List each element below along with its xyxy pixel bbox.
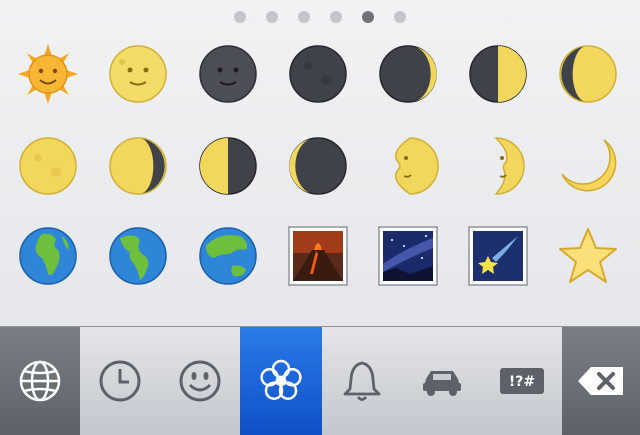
symbols-icon: !?# xyxy=(500,368,544,394)
first-quarter-moon-with-face-icon xyxy=(395,137,439,195)
flower-icon xyxy=(260,359,302,400)
full-moon-icon xyxy=(19,137,77,195)
delete-icon xyxy=(578,367,623,395)
emoji-pane xyxy=(0,0,640,326)
earth-globe-asia-australia-icon xyxy=(199,227,257,285)
clock-icon xyxy=(99,360,141,402)
milky-way-icon xyxy=(378,226,438,286)
waning-gibbous-moon-icon xyxy=(109,137,167,195)
tab-symbols[interactable]: !?# xyxy=(482,327,563,435)
emoji-earth-globe-americas[interactable] xyxy=(106,224,170,288)
page-dot[interactable] xyxy=(234,11,246,23)
tab-globe[interactable] xyxy=(0,327,81,435)
smiley-icon xyxy=(179,360,221,402)
emoji-volcano[interactable] xyxy=(286,224,350,288)
tab-recent[interactable] xyxy=(80,327,161,435)
last-quarter-moon-icon xyxy=(199,137,257,195)
emoji-first-quarter-moon[interactable] xyxy=(466,42,530,106)
emoji-new-moon[interactable] xyxy=(286,42,350,106)
symbols-label: !?# xyxy=(509,374,535,390)
emoji-full-moon[interactable] xyxy=(16,134,80,198)
emoji-last-quarter-moon-with-face[interactable] xyxy=(466,134,530,198)
full-moon-with-face-icon xyxy=(109,45,167,103)
waxing-crescent-moon-icon xyxy=(379,45,437,103)
volcano-icon xyxy=(288,226,348,286)
emoji-earth-globe-europe-africa[interactable] xyxy=(16,224,80,288)
tab-nature[interactable] xyxy=(240,327,323,435)
bell-icon xyxy=(343,361,381,401)
emoji-milky-way[interactable] xyxy=(376,224,440,288)
tab-places[interactable] xyxy=(402,327,483,435)
earth-globe-europe-africa-icon xyxy=(19,227,77,285)
tab-objects[interactable] xyxy=(322,327,403,435)
globe-icon xyxy=(19,360,61,402)
car-icon xyxy=(423,371,461,396)
emoji-waxing-gibbous-moon[interactable] xyxy=(556,42,620,106)
emoji-full-moon-with-face[interactable] xyxy=(106,42,170,106)
emoji-waning-crescent-moon[interactable] xyxy=(286,134,350,198)
emoji-star[interactable] xyxy=(556,224,620,288)
page-indicator[interactable] xyxy=(0,10,640,24)
new-moon-icon xyxy=(289,45,347,103)
shooting-star-icon xyxy=(468,226,528,286)
new-moon-with-face-icon xyxy=(199,45,257,103)
page-dot-active[interactable] xyxy=(362,11,374,23)
page-dot[interactable] xyxy=(394,11,406,23)
emoji-shooting-star[interactable] xyxy=(466,224,530,288)
page-dot[interactable] xyxy=(266,11,278,23)
page-dot[interactable] xyxy=(298,11,310,23)
page-dot[interactable] xyxy=(330,11,342,23)
emoji-new-moon-with-face[interactable] xyxy=(196,42,260,106)
earth-globe-americas-icon xyxy=(109,227,167,285)
delete-button[interactable] xyxy=(562,327,640,435)
emoji-last-quarter-moon[interactable] xyxy=(196,134,260,198)
emoji-category-toolbar: !?# xyxy=(0,326,640,435)
star-icon xyxy=(559,228,617,283)
crescent-moon-icon xyxy=(561,139,617,192)
waning-crescent-moon-icon xyxy=(289,137,347,195)
emoji-crescent-moon[interactable] xyxy=(556,134,620,198)
waxing-gibbous-moon-icon xyxy=(559,45,617,103)
emoji-waning-gibbous-moon[interactable] xyxy=(106,134,170,198)
first-quarter-moon-icon xyxy=(469,45,527,103)
emoji-first-quarter-moon-with-face[interactable] xyxy=(376,134,440,198)
tab-people[interactable] xyxy=(160,327,241,435)
emoji-earth-globe-asia-australia[interactable] xyxy=(196,224,260,288)
emoji-waxing-crescent-moon[interactable] xyxy=(376,42,440,106)
emoji-sun-with-face[interactable] xyxy=(16,42,80,106)
sun-with-face-icon xyxy=(18,44,78,104)
last-quarter-moon-with-face-icon xyxy=(494,137,525,195)
